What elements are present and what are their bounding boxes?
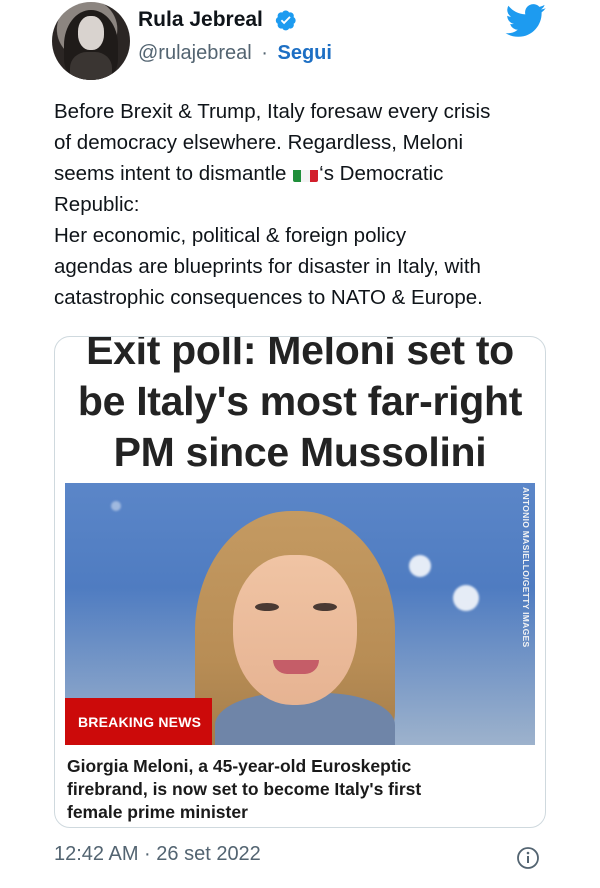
headline-line: be Italy's most far-right bbox=[77, 378, 523, 424]
tweet-timestamp[interactable]: 12:42 AM · 26 set 2022 bbox=[54, 843, 261, 866]
tweet-line-text: ‘s Democratic bbox=[319, 162, 444, 185]
info-icon[interactable] bbox=[516, 846, 540, 870]
headline-line: PM since Mussolini bbox=[113, 429, 487, 475]
headline-line: Exit poll: Meloni set to bbox=[86, 336, 514, 373]
author-handle[interactable]: @rulajebreal bbox=[138, 42, 252, 64]
tweet-line: Her economic, political & foreign policy bbox=[54, 224, 407, 247]
breaking-news-badge: BREAKING NEWS bbox=[65, 698, 212, 745]
media-card[interactable]: Exit poll: Meloni set to be Italy's most… bbox=[54, 336, 546, 828]
tweet-text: Before Brexit & Trump, Italy foresaw eve… bbox=[54, 96, 564, 313]
card-caption: Giorgia Meloni, a 45-year-old Euroskepti… bbox=[67, 755, 537, 824]
verified-badge-icon bbox=[275, 10, 296, 31]
bokeh-light bbox=[111, 501, 121, 511]
tweet-line: agendas are blueprints for disaster in I… bbox=[54, 255, 481, 278]
caption-line: firebrand, is now set to become Italy's … bbox=[67, 779, 422, 799]
photo-credit: ANTONIO MASIELLO/GETTY IMAGES bbox=[521, 487, 531, 648]
portrait-face bbox=[233, 555, 357, 705]
bokeh-light bbox=[409, 555, 431, 577]
separator-dot: · bbox=[261, 42, 268, 64]
twitter-bird-icon[interactable] bbox=[505, 4, 547, 38]
author-name[interactable]: Rula Jebreal bbox=[138, 8, 263, 32]
italy-flag-emoji bbox=[293, 165, 319, 182]
author-handle-row: @rulajebreal · Segui bbox=[138, 42, 332, 65]
portrait-mouth bbox=[273, 660, 319, 674]
tweet-line: catastrophic consequences to NATO & Euro… bbox=[54, 286, 483, 309]
avatar-body bbox=[70, 52, 112, 80]
card-headline: Exit poll: Meloni set to be Italy's most… bbox=[55, 336, 545, 478]
caption-line: female prime minister bbox=[67, 802, 248, 822]
profile-avatar[interactable] bbox=[52, 2, 130, 80]
tweet-line: Republic: bbox=[54, 193, 140, 216]
tweet-line: Before Brexit & Trump, Italy foresaw eve… bbox=[54, 100, 491, 123]
tweet-line: of democracy elsewhere. Regardless, Melo… bbox=[54, 131, 464, 154]
bokeh-light bbox=[453, 585, 479, 611]
tweet-line: seems intent to dismantle ‘s Democratic bbox=[54, 158, 564, 189]
portrait-eye bbox=[255, 603, 279, 611]
tweet-line-text: seems intent to dismantle bbox=[54, 162, 287, 185]
caption-line: Giorgia Meloni, a 45-year-old Euroskepti… bbox=[67, 756, 412, 776]
avatar-face bbox=[78, 16, 104, 50]
portrait-eye bbox=[313, 603, 337, 611]
follow-button[interactable]: Segui bbox=[278, 42, 332, 64]
